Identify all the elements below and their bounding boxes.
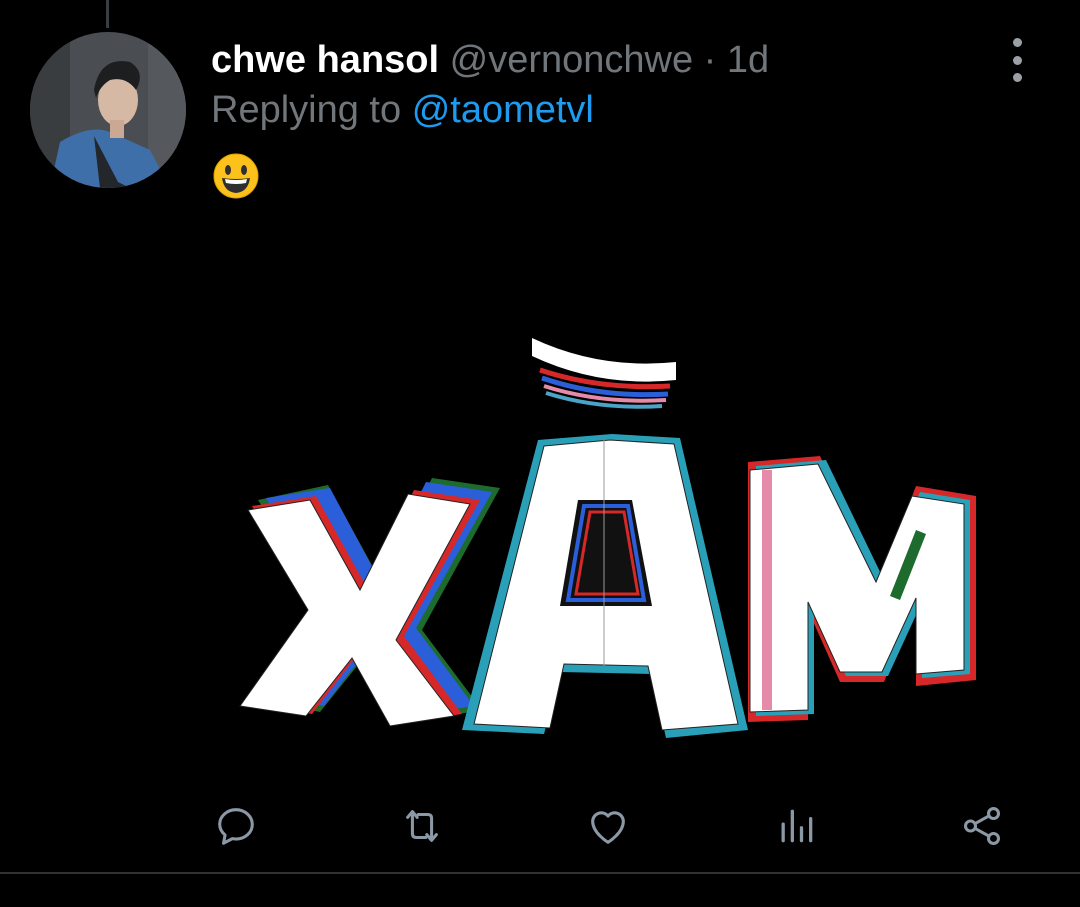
- display-name[interactable]: chwe hansol: [211, 39, 439, 81]
- tweet-actions-bar: [0, 796, 1080, 856]
- breve-accent: [532, 338, 676, 409]
- letter-m: [748, 456, 976, 722]
- more-options-icon[interactable]: [1000, 38, 1034, 82]
- reply-icon: [218, 808, 254, 845]
- share-icon: [963, 807, 1001, 845]
- user-handle[interactable]: @vernonchwe: [450, 39, 693, 81]
- letter-a-breve: [462, 434, 748, 738]
- like-button[interactable]: [578, 796, 638, 856]
- media-image[interactable]: [200, 310, 1020, 760]
- letter-x: [239, 478, 500, 727]
- menu-dot: [1012, 55, 1022, 65]
- analytics-icon: [781, 809, 813, 843]
- replying-to-line: Replying to @taometvl: [211, 86, 594, 134]
- replying-to-prefix: Replying to: [211, 89, 402, 131]
- menu-dot: [1012, 38, 1022, 47]
- thread-connector-line: [106, 0, 109, 28]
- retweet-button[interactable]: [392, 796, 452, 856]
- reply-button[interactable]: [206, 796, 266, 856]
- tweet[interactable]: chwe hansol @vernonchwe · 1d Replying to…: [0, 0, 1080, 907]
- views-button[interactable]: [766, 796, 826, 856]
- menu-dot: [1012, 73, 1022, 82]
- replying-to-link[interactable]: @taometvl: [412, 89, 594, 131]
- tweet-divider: [0, 872, 1080, 874]
- grinning-face-emoji: [212, 152, 260, 200]
- retweet-icon: [406, 810, 438, 842]
- avatar[interactable]: [30, 32, 186, 188]
- tweet-header: chwe hansol @vernonchwe · 1d: [211, 36, 769, 84]
- heart-icon: [591, 811, 625, 844]
- timestamp[interactable]: 1d: [727, 39, 769, 81]
- separator-dot: ·: [703, 39, 717, 81]
- share-button[interactable]: [952, 796, 1012, 856]
